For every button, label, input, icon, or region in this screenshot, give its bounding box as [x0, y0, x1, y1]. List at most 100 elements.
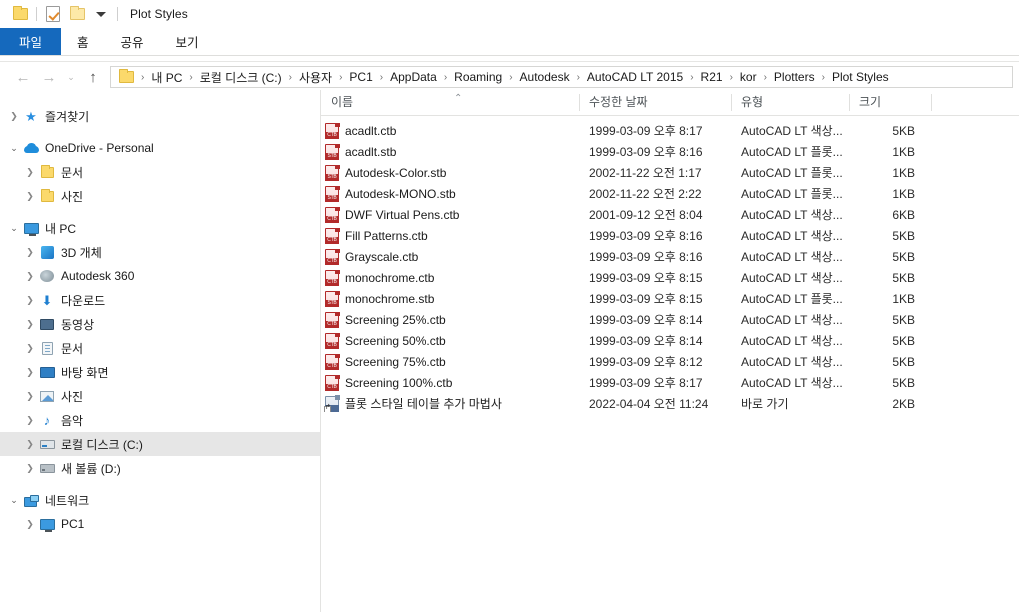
table-row[interactable]: CTB Fill Patterns.ctb 1999-03-09 오후 8:16… — [321, 225, 1019, 246]
sidebar-item-network[interactable]: ⌄ 네트워크 — [0, 488, 320, 512]
chevron-down-icon[interactable]: ⌄ — [6, 223, 22, 234]
table-row[interactable]: CTB Screening 25%.ctb 1999-03-09 오후 8:14… — [321, 309, 1019, 330]
sidebar-item-pictures[interactable]: ❯ 사진 — [0, 384, 320, 408]
sidebar-item-downloads[interactable]: ❯ ⬇ 다운로드 — [0, 288, 320, 312]
breadcrumb-separator: › — [688, 72, 695, 83]
chevron-right-icon[interactable]: ❯ — [22, 295, 38, 306]
breadcrumb-item-2[interactable]: 사용자 — [296, 69, 335, 86]
file-name-cell[interactable]: CTB acadlt.ctb — [321, 123, 579, 139]
tab-view[interactable]: 보기 — [160, 28, 215, 55]
address-input[interactable]: › 내 PC › 로컬 디스크 (C:) › 사용자 › PC1 › AppDa… — [110, 66, 1013, 88]
file-name-cell[interactable]: CTB Screening 25%.ctb — [321, 312, 579, 328]
sidebar-item-onedrive-documents[interactable]: ❯ 문서 — [0, 160, 320, 184]
chevron-right-icon[interactable]: ❯ — [6, 111, 22, 122]
file-name-cell[interactable]: STB monochrome.stb — [321, 291, 579, 307]
sidebar-item-music[interactable]: ❯ ♪ 음악 — [0, 408, 320, 432]
chevron-right-icon[interactable]: ❯ — [22, 271, 38, 282]
tab-share[interactable]: 공유 — [105, 28, 160, 55]
chevron-right-icon[interactable]: ❯ — [22, 367, 38, 378]
file-name-cell[interactable]: 플롯 스타일 테이블 추가 마법사 — [321, 395, 579, 412]
table-row[interactable]: CTB acadlt.ctb 1999-03-09 오후 8:17 AutoCA… — [321, 120, 1019, 141]
breadcrumb-item-0[interactable]: 내 PC — [148, 69, 185, 86]
chevron-right-icon[interactable]: ❯ — [22, 167, 38, 178]
folder-icon[interactable] — [8, 3, 32, 25]
breadcrumb-item-8[interactable]: R21 — [698, 70, 726, 84]
chevron-right-icon[interactable]: ❯ — [22, 247, 38, 258]
column-header-name[interactable]: 이름 ⌃ — [321, 90, 579, 115]
file-name-cell[interactable]: STB Autodesk-Color.stb — [321, 165, 579, 181]
chevron-down-icon[interactable] — [89, 3, 113, 25]
file-name-cell[interactable]: STB Autodesk-MONO.stb — [321, 186, 579, 202]
breadcrumb-item-5[interactable]: Roaming — [451, 70, 505, 84]
back-button[interactable]: ← — [10, 65, 36, 89]
chevron-right-icon[interactable]: ❯ — [22, 415, 38, 426]
forward-button[interactable]: → — [36, 65, 62, 89]
chevron-right-icon[interactable]: ❯ — [22, 319, 38, 330]
sidebar-item-this-pc[interactable]: ⌄ 내 PC — [0, 216, 320, 240]
sidebar-item-favorites[interactable]: ❯ ★ 즐겨찾기 — [0, 104, 320, 128]
chevron-right-icon[interactable]: ❯ — [22, 343, 38, 354]
column-header-date[interactable]: 수정한 날짜 — [579, 90, 731, 115]
breadcrumb-item-4[interactable]: AppData — [387, 70, 440, 84]
ctb-file-icon: CTB — [325, 249, 339, 265]
sidebar-item-autodesk360[interactable]: ❯ Autodesk 360 — [0, 264, 320, 288]
sidebar-item-network-pc1[interactable]: ❯ PC1 — [0, 512, 320, 536]
tab-file[interactable]: 파일 — [0, 28, 61, 55]
file-name-cell[interactable]: CTB Grayscale.ctb — [321, 249, 579, 265]
sidebar-item-desktop[interactable]: ❯ 바탕 화면 — [0, 360, 320, 384]
file-name-cell[interactable]: CTB Fill Patterns.ctb — [321, 228, 579, 244]
properties-icon[interactable] — [41, 3, 65, 25]
toolbar-divider-2 — [117, 7, 118, 21]
tab-home[interactable]: 홈 — [61, 28, 105, 55]
chevron-right-icon[interactable]: ❯ — [22, 519, 38, 530]
chevron-right-icon[interactable]: ❯ — [22, 191, 38, 202]
sidebar-item-3d-objects[interactable]: ❯ 3D 개체 — [0, 240, 320, 264]
navigation-pane[interactable]: ❯ ★ 즐겨찾기 ⌄ OneDrive - Personal ❯ 문서 ❯ 사진 — [0, 90, 321, 612]
chevron-down-icon[interactable]: ⌄ — [6, 495, 22, 506]
file-name-cell[interactable]: CTB monochrome.ctb — [321, 270, 579, 286]
file-name-cell[interactable]: CTB Screening 100%.ctb — [321, 375, 579, 391]
breadcrumb-item-10[interactable]: Plotters — [771, 70, 818, 84]
table-row[interactable]: CTB Screening 75%.ctb 1999-03-09 오후 8:12… — [321, 351, 1019, 372]
new-folder-icon[interactable] — [65, 3, 89, 25]
chevron-right-icon[interactable]: ❯ — [22, 391, 38, 402]
sidebar-item-onedrive[interactable]: ⌄ OneDrive - Personal — [0, 136, 320, 160]
stb-file-icon: STB — [325, 165, 339, 181]
sidebar-item-documents[interactable]: ❯ 문서 — [0, 336, 320, 360]
table-row[interactable]: CTB DWF Virtual Pens.ctb 2001-09-12 오전 8… — [321, 204, 1019, 225]
file-name-cell[interactable]: STB acadlt.stb — [321, 144, 579, 160]
chevron-right-icon[interactable]: ❯ — [22, 439, 38, 450]
table-row[interactable]: STB acadlt.stb 1999-03-09 오후 8:16 AutoCA… — [321, 141, 1019, 162]
column-header-type[interactable]: 유형 — [731, 90, 849, 115]
breadcrumb-item-9[interactable]: kor — [737, 70, 760, 84]
recent-locations-button[interactable]: ⌄ — [62, 65, 80, 89]
breadcrumb-item-11[interactable]: Plot Styles — [829, 70, 892, 84]
breadcrumb-item-3[interactable]: PC1 — [346, 70, 375, 84]
chevron-right-icon[interactable]: ❯ — [22, 463, 38, 474]
chevron-down-icon[interactable]: ⌄ — [6, 143, 22, 154]
file-name-cell[interactable]: CTB Screening 50%.ctb — [321, 333, 579, 349]
breadcrumb-separator: › — [378, 72, 385, 83]
sidebar-item-new-volume-d[interactable]: ❯ 새 볼륨 (D:) — [0, 456, 320, 480]
up-button[interactable]: ↑ — [80, 65, 106, 89]
file-type-cell: AutoCAD LT 플롯... — [731, 185, 849, 202]
table-row[interactable]: CTB Screening 100%.ctb 1999-03-09 오후 8:1… — [321, 372, 1019, 393]
table-row[interactable]: CTB monochrome.ctb 1999-03-09 오후 8:15 Au… — [321, 267, 1019, 288]
breadcrumb-item-1[interactable]: 로컬 디스크 (C:) — [197, 69, 285, 86]
table-row[interactable]: STB Autodesk-MONO.stb 2002-11-22 오전 2:22… — [321, 183, 1019, 204]
table-row[interactable]: STB monochrome.stb 1999-03-09 오후 8:15 Au… — [321, 288, 1019, 309]
breadcrumb-item-6[interactable]: Autodesk — [517, 70, 573, 84]
file-list-pane[interactable]: 이름 ⌃ 수정한 날짜 유형 크기 CTB acadlt.ctb — [321, 90, 1019, 612]
table-row[interactable]: STB Autodesk-Color.stb 2002-11-22 오전 1:1… — [321, 162, 1019, 183]
file-name-cell[interactable]: CTB Screening 75%.ctb — [321, 354, 579, 370]
breadcrumb-item-7[interactable]: AutoCAD LT 2015 — [584, 70, 686, 84]
table-row[interactable]: CTB Screening 50%.ctb 1999-03-09 오후 8:14… — [321, 330, 1019, 351]
file-name-cell[interactable]: CTB DWF Virtual Pens.ctb — [321, 207, 579, 223]
table-row[interactable]: CTB Grayscale.ctb 1999-03-09 오후 8:16 Aut… — [321, 246, 1019, 267]
column-header-name-label: 이름 — [331, 93, 353, 110]
sidebar-item-onedrive-pictures[interactable]: ❯ 사진 — [0, 184, 320, 208]
table-row[interactable]: 플롯 스타일 테이블 추가 마법사 2022-04-04 오전 11:24 바로… — [321, 393, 1019, 414]
sidebar-item-local-disk-c[interactable]: ❯ 로컬 디스크 (C:) — [0, 432, 320, 456]
sidebar-item-videos[interactable]: ❯ 동영상 — [0, 312, 320, 336]
column-header-size[interactable]: 크기 — [849, 90, 931, 115]
